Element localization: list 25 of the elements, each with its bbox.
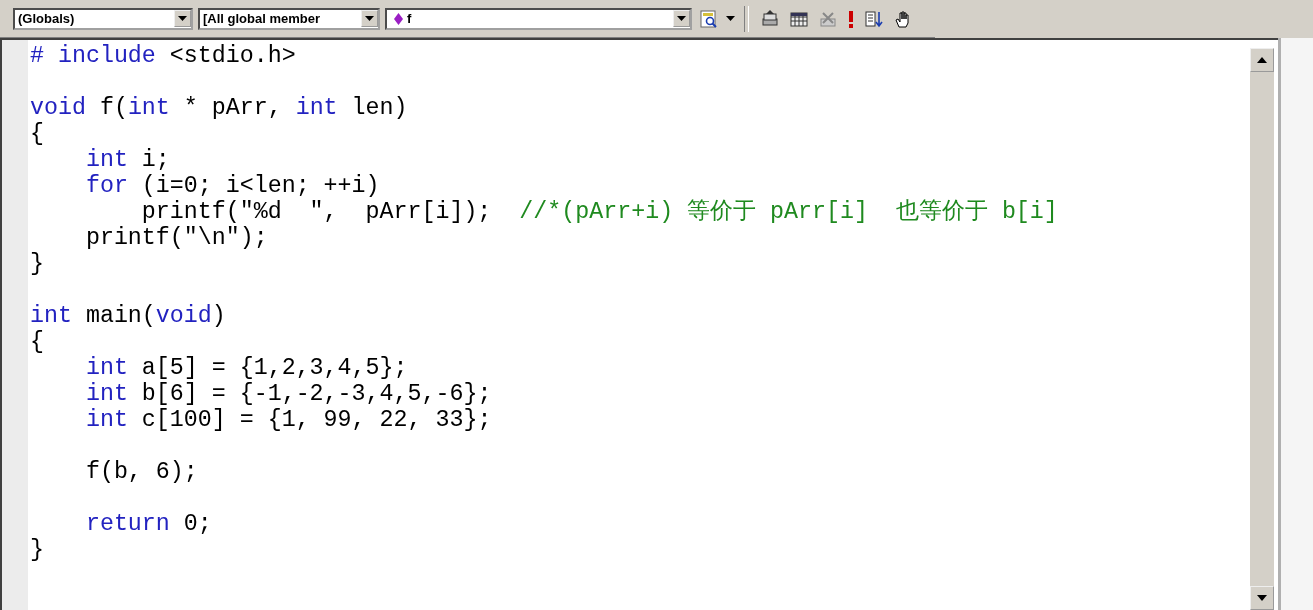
code-line: return 0; <box>84 511 213 537</box>
code-line: int b[6] = {-1,-2,-3,4,5,-6}; <box>84 381 493 407</box>
code-line: printf("\n"); <box>84 225 269 251</box>
caret-icon[interactable] <box>726 16 735 21</box>
code-line: int c[100] = {1, 99, 22, 33}; <box>84 407 493 433</box>
code-line: int a[5] = {1,2,3,4,5}; <box>84 355 409 381</box>
code-line: # include <stdio.h> <box>30 43 297 69</box>
code-line: { <box>30 121 45 147</box>
code-line: } <box>30 251 45 277</box>
scroll-up-icon[interactable] <box>1250 48 1274 72</box>
code-line: { <box>30 329 45 355</box>
code-line: f(b, 6); <box>84 459 199 485</box>
code-line: int main(void) <box>30 303 227 329</box>
diamond-icon <box>394 12 403 25</box>
dropdown[interactable]: (Globals) <box>13 7 193 30</box>
dropdown[interactable]: f <box>385 7 692 30</box>
code-line: printf("%d ", pArr[i]); //*(pArr+i) 等价于 pArr[i] 也等价于 b[i] <box>140 199 1059 225</box>
code-line: for (i=0; i<len; ++i) <box>84 173 381 199</box>
scroll-down-icon[interactable] <box>1250 586 1274 610</box>
code-line: int i; <box>84 147 171 173</box>
code-line: void f(int * pArr, int len) <box>30 95 409 121</box>
dropdown[interactable]: [All global member <box>198 7 380 30</box>
code-editor[interactable] <box>0 38 1278 610</box>
code-line: } <box>30 537 45 563</box>
scrollbar[interactable] <box>1249 48 1274 610</box>
